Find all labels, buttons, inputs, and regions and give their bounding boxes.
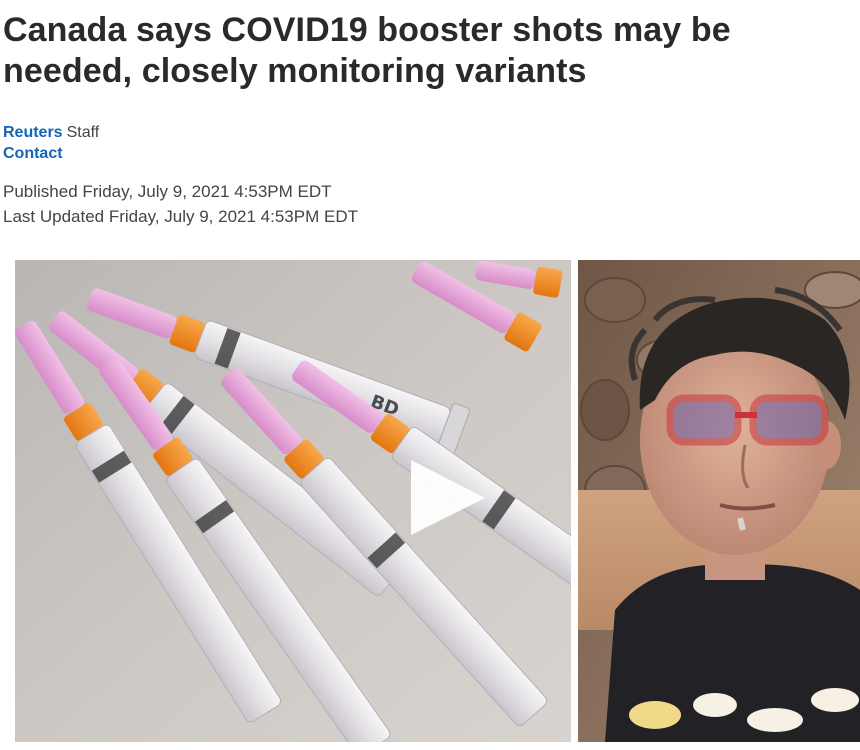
author-role: Staff <box>66 124 100 141</box>
syringes-image: BD <box>15 260 571 742</box>
video-player[interactable]: BD <box>15 260 860 742</box>
article-dates: Published Friday, July 9, 2021 4:53PM ED… <box>3 179 358 229</box>
published-date: Published Friday, July 9, 2021 4:53PM ED… <box>3 182 332 201</box>
article-headline: Canada says COVID19 booster shots may be… <box>3 11 731 90</box>
speaker-image <box>578 260 860 742</box>
contact-link[interactable]: Contact <box>3 143 63 164</box>
updated-date: Last Updated Friday, July 9, 2021 4:53PM… <box>3 207 358 226</box>
video-thumbnail: BD <box>15 260 860 742</box>
author-link[interactable]: Reuters <box>3 124 63 141</box>
byline: Reuters Staff <box>3 122 99 143</box>
